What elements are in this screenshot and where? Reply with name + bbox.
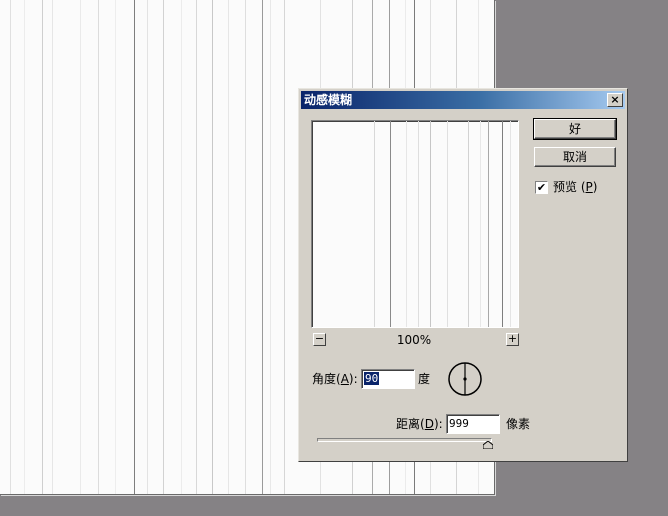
angle-unit: 度 — [418, 372, 431, 386]
preview-streaks — [374, 121, 511, 327]
distance-unit: 像素 — [506, 417, 531, 431]
dialog-titlebar[interactable]: 动感模糊 × — [301, 91, 625, 109]
checkmark-icon: ✔ — [536, 181, 547, 194]
angle-dial[interactable] — [447, 361, 483, 397]
preview-label[interactable]: 预览 (P) — [553, 179, 597, 195]
close-button[interactable]: × — [607, 93, 623, 107]
zoom-in-button[interactable]: + — [506, 333, 519, 346]
distance-slider-track[interactable] — [317, 438, 492, 442]
distance-input[interactable]: 999 — [446, 414, 500, 434]
preview-checkbox[interactable]: ✔ — [535, 181, 548, 194]
angle-value: 90 — [364, 372, 380, 385]
distance-label: 距离(D): — [396, 417, 443, 431]
close-icon: × — [610, 93, 620, 106]
cancel-button[interactable]: 取消 — [534, 147, 616, 167]
angle-input[interactable]: 90 — [361, 369, 415, 389]
dialog-title: 动感模糊 — [304, 93, 353, 107]
plus-icon: + — [507, 332, 518, 345]
zoom-level: 100% — [396, 333, 432, 347]
minus-icon: − — [314, 332, 325, 345]
zoom-out-button[interactable]: − — [313, 333, 326, 346]
angle-label: 角度(A): — [312, 372, 358, 386]
preview-pane[interactable] — [311, 120, 519, 328]
motion-blur-dialog: 动感模糊 × 好 取消 ✔ 预览 (P) − 100% + 角度(A): 90 … — [298, 88, 628, 462]
photoshop-workspace: 动感模糊 × 好 取消 ✔ 预览 (P) − 100% + 角度(A): 90 … — [0, 0, 668, 516]
ok-button[interactable]: 好 — [533, 118, 617, 140]
distance-slider-thumb[interactable] — [483, 441, 493, 449]
